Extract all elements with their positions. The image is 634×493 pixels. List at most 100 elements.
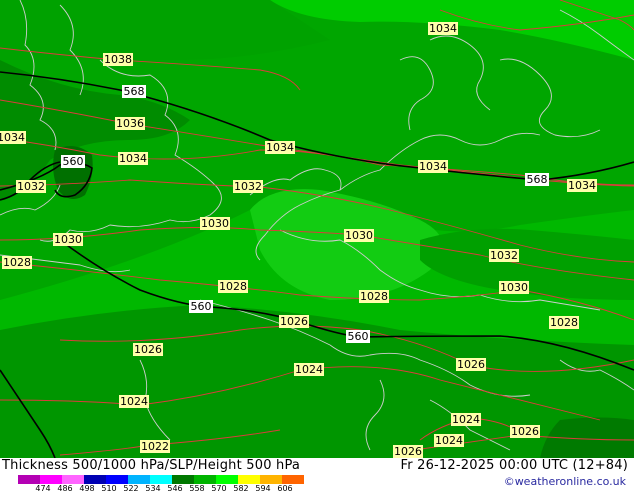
forecast-datetime: Fr 26-12-2025 00:00 UTC (12+84) <box>400 458 628 473</box>
svg-text:1026: 1026 <box>511 425 539 438</box>
isobar-label: 1026 <box>133 343 163 356</box>
svg-text:1034: 1034 <box>119 152 147 165</box>
scale-swatch <box>194 475 217 484</box>
scale-swatch <box>84 475 107 484</box>
isobar-label: 1028 <box>549 316 579 329</box>
svg-text:560: 560 <box>63 155 84 168</box>
isobar-label: 1032 <box>16 180 46 193</box>
scale-tick-label: 546 <box>167 484 183 493</box>
map-footer: Thickness 500/1000 hPa/SLP/Height 500 hP… <box>0 458 634 493</box>
isobar-label: 1028 <box>359 290 389 303</box>
svg-text:1034: 1034 <box>0 131 25 144</box>
isobar-label: 1036 <box>115 117 145 130</box>
scale-swatch <box>62 475 85 484</box>
svg-text:1030: 1030 <box>54 233 82 246</box>
scale-tick-label: 570 <box>211 484 227 493</box>
scale-tick-label: 522 <box>123 484 139 493</box>
svg-text:560: 560 <box>348 330 369 343</box>
isobar-label: 1030 <box>344 229 374 242</box>
height-label: 568 <box>122 85 146 98</box>
svg-text:1032: 1032 <box>490 249 518 262</box>
map-title: Thickness 500/1000 hPa/SLP/Height 500 hP… <box>2 458 301 473</box>
svg-text:560: 560 <box>191 300 212 313</box>
scale-swatch <box>216 475 239 484</box>
svg-text:1034: 1034 <box>429 22 457 35</box>
isobar-label: 1032 <box>233 180 263 193</box>
svg-text:1030: 1030 <box>345 229 373 242</box>
svg-text:1028: 1028 <box>3 256 31 269</box>
svg-text:1026: 1026 <box>134 343 162 356</box>
svg-text:1024: 1024 <box>435 434 463 447</box>
isobar-label: 1034 <box>265 141 295 154</box>
scale-swatch <box>128 475 151 484</box>
weather-map: 1034 1038 1036 1034 1034 1034 1034 1034 … <box>0 0 634 458</box>
svg-text:1034: 1034 <box>568 179 596 192</box>
isobar-label: 1026 <box>393 445 423 458</box>
isobar-label: 1026 <box>510 425 540 438</box>
svg-text:568: 568 <box>527 173 548 186</box>
isobar-label: 1034 <box>418 160 448 173</box>
isobar-label: 1026 <box>456 358 486 371</box>
svg-text:1032: 1032 <box>234 180 262 193</box>
scale-tick-label: 498 <box>79 484 95 493</box>
isobar-label: 1034 <box>0 131 26 144</box>
isobar-label: 1024 <box>451 413 481 426</box>
scale-swatch <box>106 475 129 484</box>
height-label: 568 <box>525 173 549 186</box>
thickness-fill-dark-core <box>53 146 93 199</box>
svg-text:1024: 1024 <box>120 395 148 408</box>
scale-tick-label: 510 <box>101 484 117 493</box>
scale-swatch <box>282 475 304 484</box>
scale-swatch <box>260 475 283 484</box>
isobar-label: 1030 <box>200 217 230 230</box>
scale-swatch <box>18 475 41 484</box>
scale-tick-label: 606 <box>277 484 293 493</box>
isobar-label: 1028 <box>2 256 32 269</box>
scale-tick-label: 474 <box>35 484 51 493</box>
height-label: 560 <box>189 300 213 313</box>
isobar-label: 1034 <box>118 152 148 165</box>
svg-text:1032: 1032 <box>17 180 45 193</box>
isobar-label: 1030 <box>53 233 83 246</box>
isobar-label: 1038 <box>103 53 133 66</box>
svg-text:1036: 1036 <box>116 117 144 130</box>
scale-tick-label: 558 <box>189 484 205 493</box>
svg-text:1038: 1038 <box>104 53 132 66</box>
height-label: 560 <box>61 155 85 168</box>
scale-tick-label: 594 <box>255 484 271 493</box>
svg-text:1028: 1028 <box>219 280 247 293</box>
svg-text:1034: 1034 <box>266 141 294 154</box>
svg-text:1022: 1022 <box>141 440 169 453</box>
svg-text:1028: 1028 <box>360 290 388 303</box>
svg-text:1024: 1024 <box>295 363 323 376</box>
svg-text:1030: 1030 <box>500 281 528 294</box>
thickness-color-scale <box>18 475 304 484</box>
svg-text:1034: 1034 <box>419 160 447 173</box>
svg-text:1026: 1026 <box>280 315 308 328</box>
isobar-label: 1034 <box>428 22 458 35</box>
svg-text:1026: 1026 <box>394 445 422 458</box>
svg-text:1026: 1026 <box>457 358 485 371</box>
isobar-label: 1024 <box>119 395 149 408</box>
isobar-label: 1028 <box>218 280 248 293</box>
isobar-label: 1024 <box>294 363 324 376</box>
scale-swatch <box>172 475 195 484</box>
scale-swatch <box>40 475 63 484</box>
scale-tick-label: 582 <box>233 484 249 493</box>
svg-text:1030: 1030 <box>201 217 229 230</box>
svg-text:1028: 1028 <box>550 316 578 329</box>
thickness-scale-ticks: 474 486 498 510 522 534 546 558 570 582 594 606 <box>10 484 320 493</box>
isobar-label: 1026 <box>279 315 309 328</box>
svg-text:1024: 1024 <box>452 413 480 426</box>
credit-link[interactable]: ©weatheronline.co.uk <box>504 475 626 488</box>
scale-swatch <box>150 475 173 484</box>
scale-tick-label: 534 <box>145 484 161 493</box>
isobar-label: 1030 <box>499 281 529 294</box>
isobar-label: 1034 <box>567 179 597 192</box>
scale-swatch <box>238 475 261 484</box>
isobar-label: 1032 <box>489 249 519 262</box>
scale-tick-label: 486 <box>57 484 73 493</box>
height-label: 560 <box>346 330 370 343</box>
svg-text:568: 568 <box>124 85 145 98</box>
isobar-label: 1024 <box>434 434 464 447</box>
